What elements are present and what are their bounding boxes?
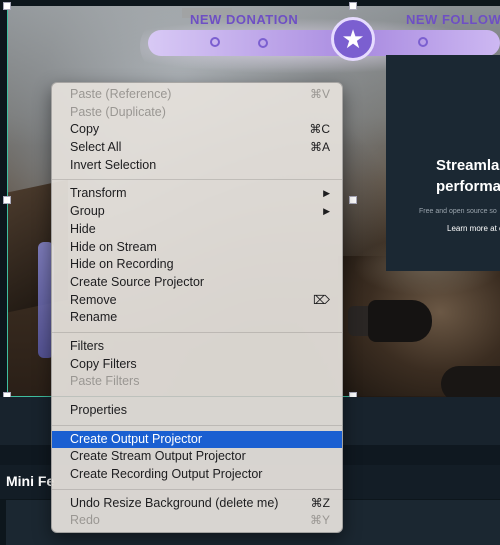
- menu-item-paste-reference[interactable]: Paste (Reference) ⌘V: [52, 86, 342, 104]
- star-icon: ★: [331, 17, 375, 61]
- menu-item-create-stream-output-projector[interactable]: Create Stream Output Projector: [52, 448, 342, 466]
- menu-item-label: Properties: [70, 403, 127, 417]
- menu-item-label: Invert Selection: [70, 157, 157, 172]
- submenu-arrow-icon: ▶: [323, 206, 330, 217]
- menu-item-select-all[interactable]: Select All ⌘A: [52, 139, 342, 157]
- menu-item-label: Create Recording Output Projector: [70, 467, 263, 482]
- banner-decor-dot: [210, 37, 220, 47]
- menu-item-label: Copy: [70, 122, 100, 137]
- menu-item-label: Remove: [70, 292, 117, 307]
- menu-item-copy-filters[interactable]: Copy Filters: [52, 356, 342, 374]
- menu-item-copy[interactable]: Copy ⌘C: [52, 121, 342, 139]
- menu-item-rename[interactable]: Rename: [52, 309, 342, 327]
- menu-separator: [52, 396, 342, 397]
- menu-item-label: Paste Filters: [70, 374, 140, 389]
- menu-item-invert-selection[interactable]: Invert Selection: [52, 157, 342, 175]
- panel-subtitle: Free and open source so: [419, 208, 497, 215]
- menu-separator: [52, 331, 342, 333]
- panel-title-line: performa: [436, 178, 500, 195]
- menu-item-create-source-projector[interactable]: Create Source Projector: [52, 274, 342, 292]
- menu-item-label: Create Output Projector: [70, 431, 203, 446]
- resize-handle-top[interactable]: [349, 2, 357, 10]
- delete-forward-icon: ⌦: [313, 292, 330, 307]
- resize-handle-left[interactable]: [3, 196, 11, 204]
- mini-feed-title: Mini Fe: [6, 473, 55, 489]
- menu-item-label: Redo: [70, 513, 100, 528]
- menu-separator: [52, 179, 342, 181]
- menu-item-label: Hide on Stream: [70, 239, 157, 254]
- context-menu: Paste (Reference) ⌘V Paste (Duplicate) Co…: [51, 82, 343, 533]
- menu-item-create-recording-output-projector[interactable]: Create Recording Output Projector: [52, 466, 342, 484]
- menu-item-filters[interactable]: Filters: [52, 338, 342, 356]
- menu-item-transform[interactable]: Transform ▶: [52, 185, 342, 203]
- menu-item-label: Filters: [70, 338, 105, 353]
- menu-item-label: Create Stream Output Projector: [70, 449, 246, 464]
- menu-item-hide-on-stream[interactable]: Hide on Stream: [52, 239, 342, 257]
- info-panel: Streamla performa Free and open source s…: [386, 55, 500, 271]
- menu-item-label: Undo Resize Background (delete me): [70, 495, 279, 510]
- menu-separator: [52, 488, 342, 490]
- menu-item-label: Paste (Reference): [70, 87, 172, 101]
- menu-item-shortcut: ⌘C: [309, 122, 330, 137]
- menu-item-label: Create Source Projector: [70, 274, 205, 289]
- menu-item-label: Hide on Recording: [70, 257, 174, 272]
- menu-item-label: Paste (Duplicate): [70, 104, 166, 119]
- panel-title-line: Streamla: [436, 157, 500, 174]
- menu-item-remove[interactable]: Remove ⌦: [52, 292, 342, 310]
- menu-item-create-output-projector[interactable]: Create Output Projector: [52, 430, 342, 449]
- menu-item-shortcut: ⌘Z: [310, 495, 330, 510]
- menu-item-shortcut: ⌘A: [309, 140, 330, 155]
- banner-decor-dot: [418, 37, 428, 47]
- menu-item-label: Rename: [70, 310, 118, 325]
- menu-separator: [52, 424, 342, 426]
- menu-item-group[interactable]: Group ▶: [52, 203, 342, 221]
- resize-handle-top-left[interactable]: [3, 2, 11, 10]
- menu-item-paste-duplicate[interactable]: Paste (Duplicate): [52, 104, 342, 122]
- alert-banner: [148, 30, 500, 56]
- menu-item-paste-filters[interactable]: Paste Filters: [52, 373, 342, 391]
- menu-item-hide-on-recording[interactable]: Hide on Recording: [52, 256, 342, 274]
- menu-item-undo[interactable]: Undo Resize Background (delete me) ⌘Z: [52, 495, 342, 513]
- menu-item-shortcut: ⌘Y: [309, 513, 330, 528]
- banner-decor-dot: [258, 38, 268, 48]
- menu-item-label: Hide: [70, 221, 96, 236]
- submenu-arrow-icon: ▶: [323, 188, 330, 199]
- menu-item-hide[interactable]: Hide: [52, 221, 342, 239]
- scene-rifle-scope: [368, 300, 432, 342]
- menu-item-label: Group: [70, 204, 105, 219]
- new-follow-label: NEW FOLLOW: [406, 12, 500, 27]
- scene-rifle-stock: [441, 366, 500, 397]
- panel-title: Streamla performa: [436, 155, 500, 197]
- menu-item-shortcut: ⌘V: [309, 87, 330, 101]
- new-donation-label: NEW DONATION: [190, 12, 299, 27]
- menu-item-redo[interactable]: Redo ⌘Y: [52, 512, 342, 530]
- resize-handle-right[interactable]: [349, 196, 357, 204]
- menu-item-label: Select All: [70, 140, 122, 155]
- menu-item-label: Transform: [70, 186, 127, 201]
- menu-item-label: Copy Filters: [70, 356, 137, 371]
- menu-item-properties[interactable]: Properties: [52, 402, 342, 420]
- panel-link[interactable]: Learn more at c: [447, 224, 500, 233]
